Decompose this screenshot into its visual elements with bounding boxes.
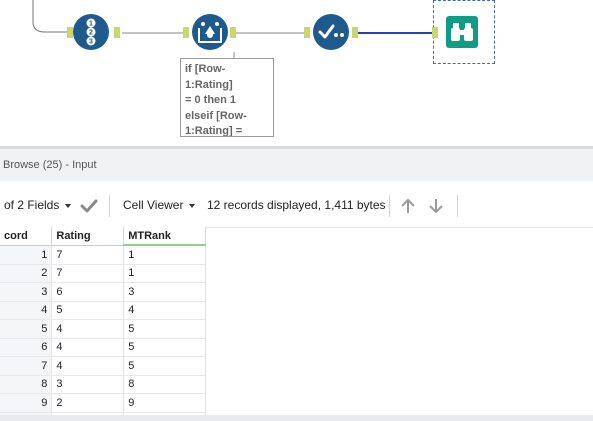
record-cell: 2 [0,264,53,283]
table-row[interactable]: 745 [0,356,206,376]
mtrank-cell[interactable]: 5 [123,338,206,357]
next-arrow-button[interactable] [428,183,444,227]
output-anchor[interactable] [114,27,120,38]
mtrank-cell[interactable]: 3 [123,282,206,302]
column-header-rating[interactable]: Rating [51,227,125,246]
input-anchor[interactable] [304,27,310,38]
rating-cell[interactable]: 3 [51,375,125,394]
rating-cell[interactable]: 7 [51,245,125,265]
svg-text:3: 3 [89,39,93,46]
select-icon [318,24,344,39]
browse-binoculars-icon [451,23,473,41]
toolbar-separator [457,195,458,217]
column-header-record[interactable]: cord [0,227,53,246]
record-cell: 3 [0,282,53,302]
table-row[interactable]: 838 [0,375,206,394]
horizontal-scrollbar[interactable] [0,415,593,421]
table-row[interactable]: 929 [0,393,206,413]
rating-cell[interactable]: 4 [51,356,125,376]
mtrank-cell[interactable]: 9 [123,393,206,413]
workflow-canvas[interactable]: 1 2 3 if [Row-1:Rating] = 0 then 1 elsei… [0,0,593,148]
record-id-tool[interactable]: 1 2 3 [73,14,109,50]
arrow-down-icon [429,198,443,214]
record-cell: 6 [0,338,53,357]
mtrank-cell[interactable]: 5 [123,356,206,376]
rating-cell[interactable]: 6 [51,282,125,302]
table-row[interactable]: 645 [0,338,206,357]
chevron-down-icon [65,203,72,208]
input-anchor[interactable] [183,27,189,38]
previous-arrow-button[interactable] [400,183,416,227]
rating-cell[interactable]: 5 [51,301,125,320]
results-toolbar: of 2 Fields Cell Viewer 12 records displ… [0,183,593,228]
mtrank-cell[interactable]: 1 [123,264,206,283]
rating-cell[interactable]: 7 [51,264,125,283]
mtrank-cell[interactable]: 8 [123,375,206,394]
table-row[interactable]: 545 [0,319,206,339]
rating-cell[interactable]: 4 [51,319,125,339]
mtrank-cell[interactable]: 5 [123,319,206,339]
svg-text:2: 2 [89,30,93,37]
multi-row-formula-icon [198,22,222,43]
results-panel-title: Browse (25) - Input [0,149,593,181]
output-anchor[interactable] [352,27,358,38]
table-row[interactable]: 171 [0,245,206,265]
record-cell: 8 [0,375,53,394]
browse-tool[interactable] [446,16,478,48]
arrow-up-icon [401,198,415,213]
table-row[interactable]: 271 [0,264,206,283]
record-cell: 9 [0,393,53,413]
multi-row-formula-tool[interactable] [192,14,228,50]
record-id-icon: 1 2 3 [86,18,96,46]
toolbar-separator [109,195,110,217]
cell-viewer-dropdown[interactable]: Cell Viewer [123,183,196,227]
table-header-row: cord Rating MTRank [0,227,206,246]
rating-cell[interactable]: 4 [51,338,125,357]
record-cell: 7 [0,356,53,376]
formula-annotation: if [Row-1:Rating] = 0 then 1 elseif [Row… [180,58,274,137]
mtrank-cell[interactable]: 4 [123,301,206,320]
chevron-down-icon [189,203,196,208]
checkmark-icon [80,199,98,213]
record-cell: 5 [0,319,53,339]
record-cell: 1 [0,245,53,265]
output-anchor[interactable] [230,27,236,38]
svg-text:1: 1 [89,21,93,28]
apply-check-button[interactable] [80,183,98,227]
cell-viewer-label: Cell Viewer [123,198,184,212]
results-grid[interactable]: cord Rating MTRank 171 271 363 454 545 6… [0,227,206,415]
rating-cell[interactable]: 2 [51,393,125,413]
input-anchor[interactable] [432,27,438,38]
fields-dropdown-label: of 2 Fields [4,198,60,212]
table-row[interactable]: 454 [0,301,206,320]
record-cell: 4 [0,301,53,320]
mtrank-cell[interactable]: 1 [123,245,206,265]
records-info: 12 records displayed, 1,411 bytes [207,198,386,212]
table-row[interactable]: 363 [0,282,206,302]
select-tool[interactable] [313,14,349,50]
fields-dropdown[interactable]: of 2 Fields [4,183,72,227]
column-header-mtrank[interactable]: MTRank [123,227,206,246]
toolbar-separator [389,195,390,217]
